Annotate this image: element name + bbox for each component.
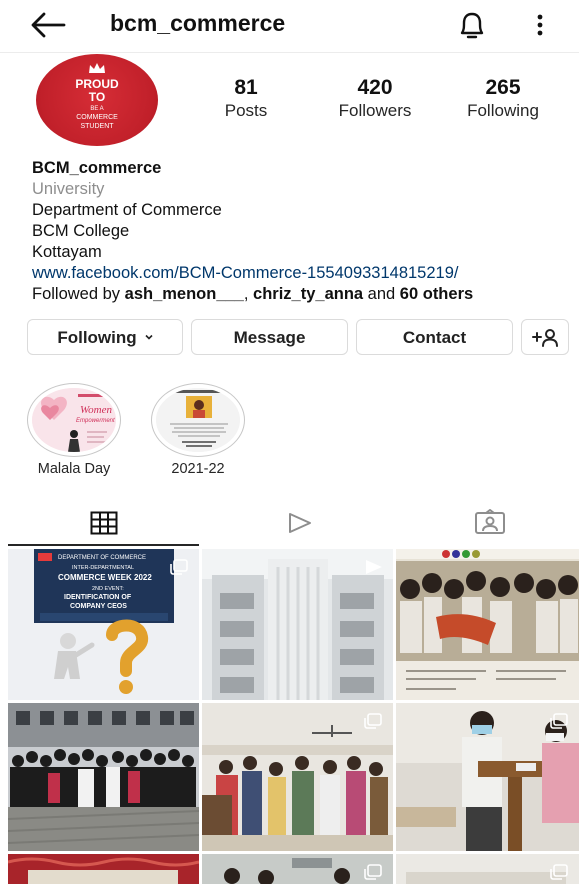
- notification-bell-icon[interactable]: [456, 8, 488, 42]
- highlight-cover-2021-22: [156, 388, 240, 452]
- add-person-icon: [532, 329, 558, 347]
- bio-line-college: BCM College: [32, 222, 130, 240]
- post-1-text-6: COMPANY CEOS: [70, 603, 127, 610]
- reels-icon[interactable]: [286, 511, 314, 535]
- following-count-label: Following: [467, 101, 539, 120]
- followed-others[interactable]: 60 others: [400, 285, 473, 303]
- avatar-text-commerce: COMMERCE: [76, 114, 118, 121]
- carousel-icon-2: [364, 713, 382, 729]
- avatar-text-proud: PROUD: [75, 77, 119, 91]
- posts-count[interactable]: 81 Posts: [191, 76, 301, 122]
- highlight-label-malala-day: Malala Day: [37, 461, 111, 477]
- highlight-women-text: Women: [80, 404, 112, 416]
- bio-line-location: Kottayam: [32, 243, 102, 261]
- followers-count-value: 420: [357, 76, 393, 99]
- video-icon: [366, 560, 382, 574]
- following-button[interactable]: Following: [27, 319, 183, 355]
- followed-separator: ,: [243, 285, 254, 303]
- chevron-down-icon: [145, 334, 153, 340]
- followed-and: and: [363, 285, 400, 303]
- post-tile-2[interactable]: [202, 549, 393, 700]
- bio-website-link[interactable]: www.facebook.com/BCM-Commerce-1554093314…: [32, 263, 572, 284]
- message-button-label: Message: [233, 328, 306, 347]
- top-bar: bcm_commerce: [0, 0, 579, 53]
- followed-by-prefix: Followed by: [32, 285, 125, 303]
- posts-count-value: 81: [234, 76, 258, 99]
- post-3-image: [396, 549, 579, 700]
- grid-icon[interactable]: [90, 511, 118, 535]
- bio-line-department: Department of Commerce: [32, 201, 222, 219]
- following-count-value: 265: [485, 76, 521, 99]
- crown-icon: [89, 63, 105, 73]
- profile-category: University: [32, 180, 105, 198]
- more-options-icon[interactable]: [528, 8, 552, 42]
- post-tile-9[interactable]: [396, 854, 579, 884]
- profile-username: bcm_commerce: [110, 10, 286, 36]
- avatar-text-to: TO: [88, 90, 106, 104]
- contact-button-label: Contact: [402, 328, 467, 347]
- highlight-artwork-2: [156, 388, 240, 452]
- post-tile-6[interactable]: [396, 703, 579, 851]
- post-tile-8[interactable]: [202, 854, 393, 884]
- post-7-image: [8, 854, 199, 884]
- message-button[interactable]: Message: [191, 319, 348, 355]
- highlight-empowerment-text: Empowerment: [76, 418, 115, 424]
- post-tile-1[interactable]: DEPARTMENT OF COMMERCE INTER-DEPARTMENTA…: [8, 549, 199, 700]
- carousel-icon: [170, 559, 188, 575]
- profile-display-name: BCM_commerce: [32, 159, 162, 177]
- highlight-label-2021-22: 2021-22: [171, 461, 225, 477]
- following-button-label: Following: [57, 328, 137, 347]
- profile-bio: BCM_commerce University Department of Co…: [32, 158, 572, 305]
- followed-user-1[interactable]: ash_menon___: [125, 285, 244, 303]
- tagged-icon[interactable]: [474, 509, 506, 535]
- post-1-text-2: INTER-DEPARTMENTAL: [72, 565, 134, 571]
- avatar-text-be-a: BE A: [90, 106, 104, 112]
- followers-count-label: Followers: [338, 101, 412, 120]
- highlight-malala-day[interactable]: Women Empowerment: [27, 383, 121, 457]
- post-tile-4[interactable]: [8, 703, 199, 851]
- highlight-2021-22[interactable]: [151, 383, 245, 457]
- post-1-text-5: IDENTIFICATION OF: [64, 594, 132, 601]
- profile-tabs: [0, 503, 579, 547]
- contact-button[interactable]: Contact: [356, 319, 513, 355]
- followers-count[interactable]: 420 Followers: [320, 76, 430, 122]
- post-tile-5[interactable]: [202, 703, 393, 851]
- highlight-artwork: Women Empowerment: [32, 388, 116, 452]
- following-count[interactable]: 265 Following: [448, 76, 558, 122]
- post-tile-3[interactable]: [396, 549, 579, 700]
- active-tab-indicator: [8, 544, 199, 546]
- back-arrow-icon[interactable]: [28, 9, 68, 41]
- post-1-text-1: DEPARTMENT OF COMMERCE: [58, 555, 146, 561]
- posts-count-label: Posts: [224, 101, 268, 120]
- post-1-text-4: 2ND EVENT:: [92, 586, 124, 592]
- carousel-icon-5: [550, 864, 568, 880]
- carousel-icon-4: [364, 864, 382, 880]
- post-1-text-3: COMMERCE WEEK 2022: [58, 573, 152, 582]
- post-tile-7[interactable]: [8, 854, 199, 884]
- followed-by-text[interactable]: Followed by ash_menon___, chriz_ty_anna …: [32, 284, 572, 305]
- profile-avatar[interactable]: PROUD TO BE A COMMERCE STUDENT: [36, 54, 158, 146]
- post-4-image: [8, 703, 199, 851]
- followed-user-2[interactable]: chriz_ty_anna: [253, 285, 363, 303]
- highlight-cover-malala: Women Empowerment: [32, 388, 116, 452]
- avatar-text-student: STUDENT: [80, 123, 114, 130]
- suggested-people-button[interactable]: [521, 319, 569, 355]
- carousel-icon-3: [550, 713, 568, 729]
